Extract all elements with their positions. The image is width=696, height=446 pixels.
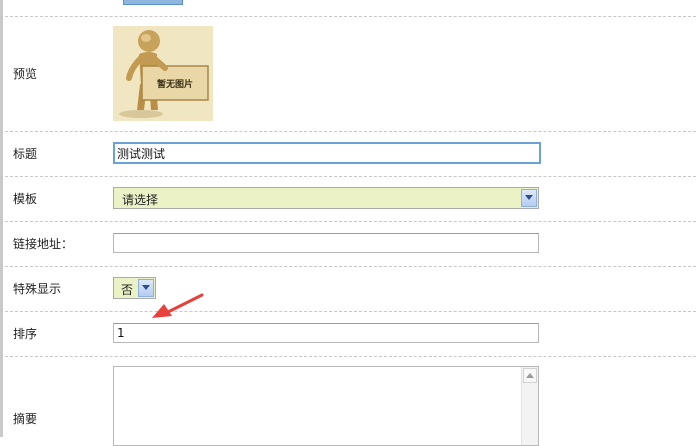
preview-image: 暂无图片 [113,26,213,121]
row-separator [0,131,696,132]
special-display-label: 特殊显示 [13,282,62,296]
title-input[interactable] [113,142,541,164]
scroll-up-icon[interactable] [523,368,537,383]
annotation-arrow-icon [152,293,204,318]
row-separator [0,221,696,222]
template-select-value: 请选择 [122,193,159,207]
special-display-value: 否 [121,283,134,297]
chevron-down-icon[interactable] [521,189,537,207]
title-label: 标题 [13,147,38,161]
sort-label: 排序 [13,327,38,341]
row-separator [0,356,696,357]
preview-placeholder-text: 暂无图片 [157,78,193,90]
row-separator [0,176,696,177]
summary-textarea[interactable] [113,366,539,446]
template-select[interactable]: 请选择 [113,187,539,209]
vertical-scrollbar[interactable] [521,367,538,445]
row-separator [0,311,696,312]
row-separator [0,16,696,17]
row-separator [0,266,696,267]
summary-label: 摘要 [13,412,38,426]
link-label: 链接地址： [13,237,74,251]
sort-input[interactable] [113,323,539,343]
template-label: 模板 [13,192,38,206]
preview-label: 预览 [13,67,38,81]
top-button-partial[interactable] [123,0,183,5]
link-input[interactable] [113,233,539,253]
left-border [0,0,3,437]
